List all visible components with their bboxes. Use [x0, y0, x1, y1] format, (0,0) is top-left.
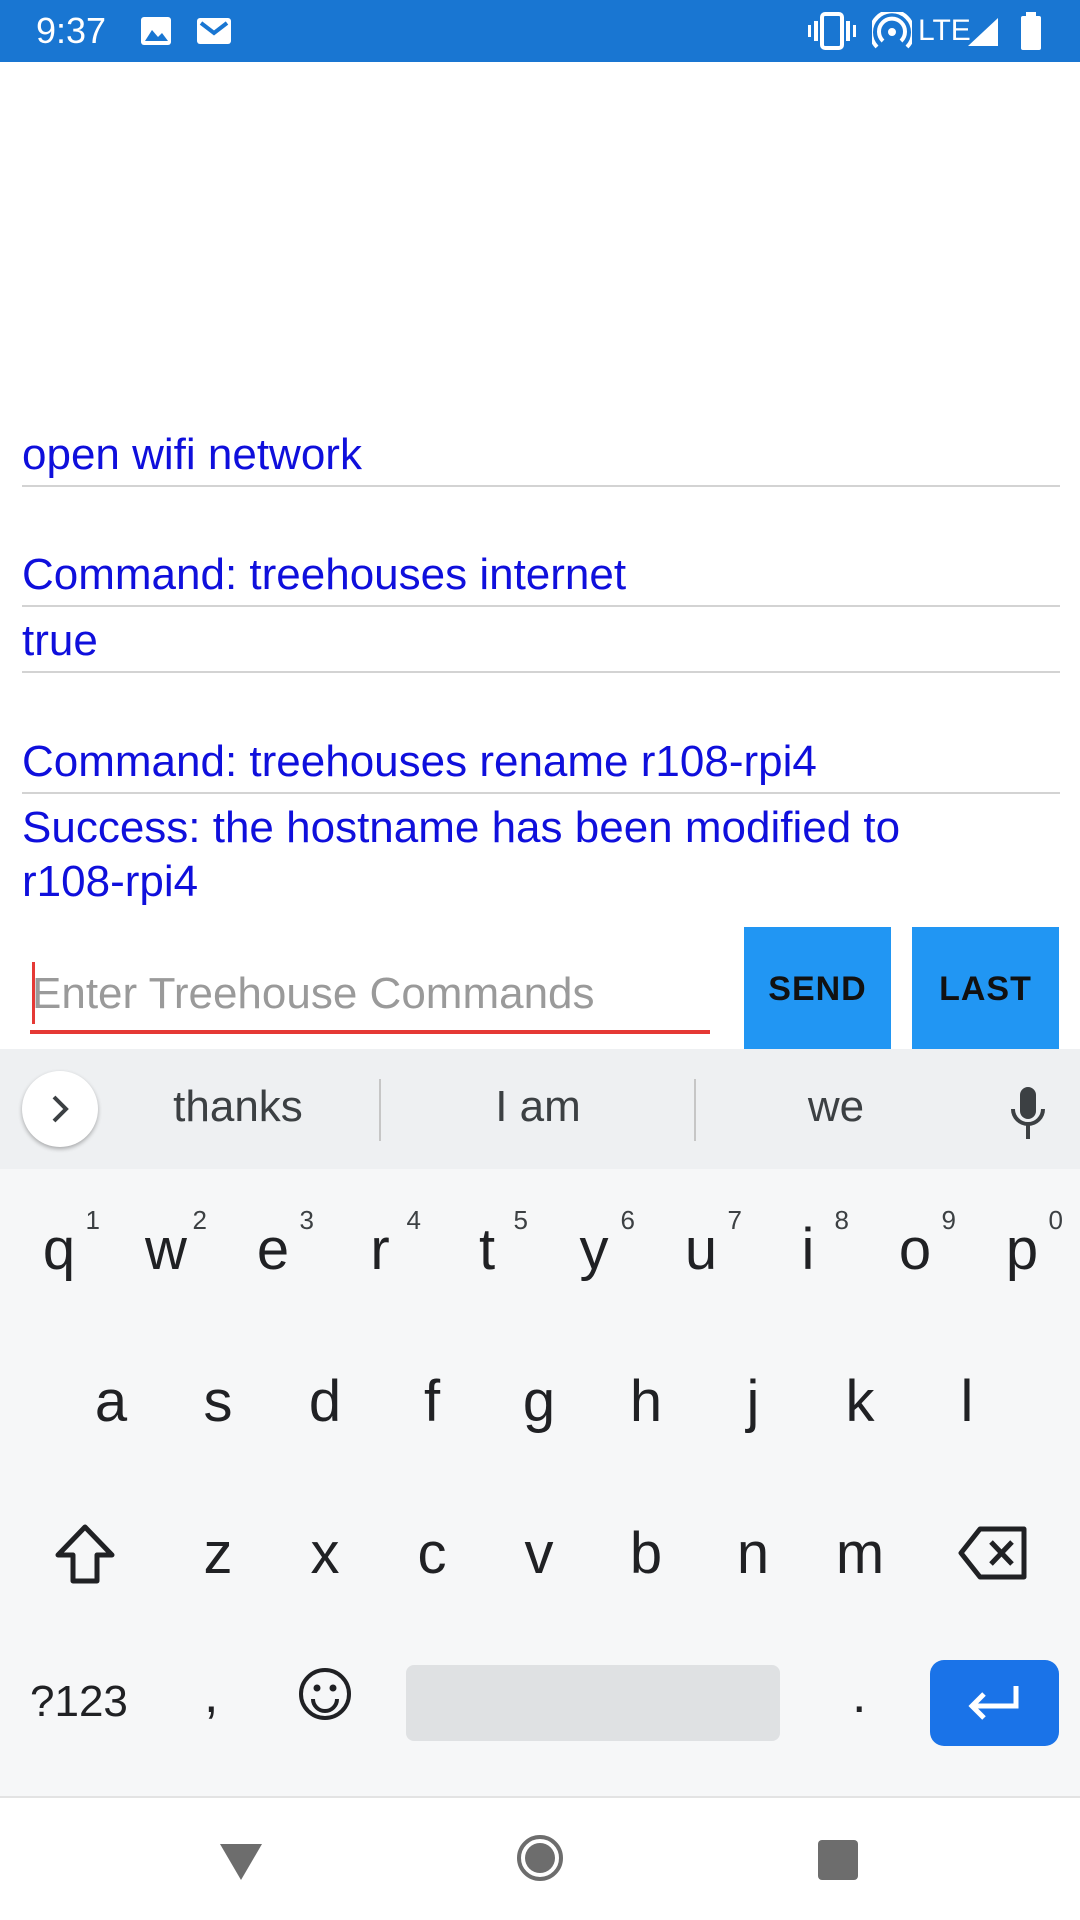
console-divider [22, 671, 1060, 673]
symbols-key[interactable]: ?123 [30, 1676, 128, 1728]
key-m[interactable]: m [815, 1519, 905, 1589]
navigation-bar [0, 1796, 1080, 1920]
key-c[interactable]: c [387, 1519, 477, 1589]
status-time: 9:37 [36, 10, 107, 51]
enter-icon [968, 1686, 1019, 1720]
soft-keyboard: thanks I am we q1 w2 e3 r4 t5 y6 u7 i8 o… [0, 1049, 1080, 1796]
recents-icon[interactable] [818, 1840, 858, 1880]
key-p[interactable]: p0 [977, 1205, 1067, 1285]
key-z[interactable]: z [173, 1519, 263, 1589]
console-divider [22, 792, 1060, 794]
key-l[interactable]: l [922, 1367, 1012, 1437]
key-t[interactable]: t5 [442, 1205, 532, 1285]
battery-icon [1021, 12, 1041, 50]
gmail-icon [197, 18, 231, 44]
console-line-command-internet: Command: treehouses internet [22, 550, 627, 599]
key-y[interactable]: y6 [549, 1205, 639, 1285]
shift-icon[interactable] [52, 1521, 118, 1587]
console-divider [22, 485, 1060, 487]
key-i[interactable]: i8 [763, 1205, 853, 1285]
home-icon[interactable] [516, 1834, 564, 1882]
back-icon[interactable] [218, 1842, 264, 1882]
hotspot-icon [872, 12, 912, 49]
enter-key[interactable] [930, 1660, 1059, 1746]
key-o[interactable]: o9 [870, 1205, 960, 1285]
emoji-icon[interactable] [298, 1667, 352, 1721]
signal-icon [968, 18, 998, 46]
suggestion-strip: thanks I am we [0, 1049, 1080, 1169]
network-type: LTE [918, 14, 971, 47]
console-divider [22, 605, 1060, 607]
key-x[interactable]: x [280, 1519, 370, 1589]
key-f[interactable]: f [387, 1367, 477, 1437]
comma-key[interactable]: , [204, 1665, 218, 1725]
key-s[interactable]: s [173, 1367, 263, 1437]
key-n[interactable]: n [708, 1519, 798, 1589]
key-q[interactable]: q1 [14, 1205, 104, 1285]
key-r[interactable]: r4 [335, 1205, 425, 1285]
period-key[interactable]: . [852, 1665, 866, 1725]
key-k[interactable]: k [815, 1367, 905, 1437]
key-w[interactable]: w2 [121, 1205, 211, 1285]
console-line-command-rename: Command: treehouses rename r108-rpi4 [22, 737, 817, 786]
key-b[interactable]: b [601, 1519, 691, 1589]
keys-area: q1 w2 e3 r4 t5 y6 u7 i8 o9 p0 a s d f g … [0, 1169, 1080, 1796]
key-a[interactable]: a [66, 1367, 156, 1437]
key-v[interactable]: v [494, 1519, 584, 1589]
key-h[interactable]: h [601, 1367, 691, 1437]
vibrate-icon [808, 12, 856, 50]
key-j[interactable]: j [708, 1367, 798, 1437]
suggestion-divider [694, 1079, 696, 1141]
suggestion-i-am[interactable]: I am [440, 1079, 636, 1135]
suggestion-thanks[interactable]: thanks [140, 1079, 336, 1135]
status-bar: 9:37 LTE [0, 0, 1080, 62]
photo-icon [141, 17, 171, 45]
command-input[interactable] [30, 958, 710, 1034]
space-bar[interactable] [406, 1665, 780, 1741]
backspace-icon[interactable] [958, 1525, 1028, 1581]
chevron-right-icon [52, 1095, 69, 1123]
key-d[interactable]: d [280, 1367, 370, 1437]
text-cursor [32, 962, 35, 1024]
key-e[interactable]: e3 [228, 1205, 318, 1285]
send-button[interactable]: SEND [744, 927, 891, 1052]
console-line-wifi: open wifi network [22, 430, 362, 479]
console-line-success: Success: the hostname has been modified … [22, 803, 901, 906]
console-line-true: true [22, 616, 98, 665]
key-u[interactable]: u7 [656, 1205, 746, 1285]
microphone-icon[interactable] [1008, 1085, 1048, 1141]
suggestion-we[interactable]: we [738, 1079, 934, 1135]
key-g[interactable]: g [494, 1367, 584, 1437]
expand-toolbar-button[interactable] [22, 1071, 98, 1147]
last-button[interactable]: LAST [912, 927, 1059, 1052]
suggestion-divider [379, 1079, 381, 1141]
